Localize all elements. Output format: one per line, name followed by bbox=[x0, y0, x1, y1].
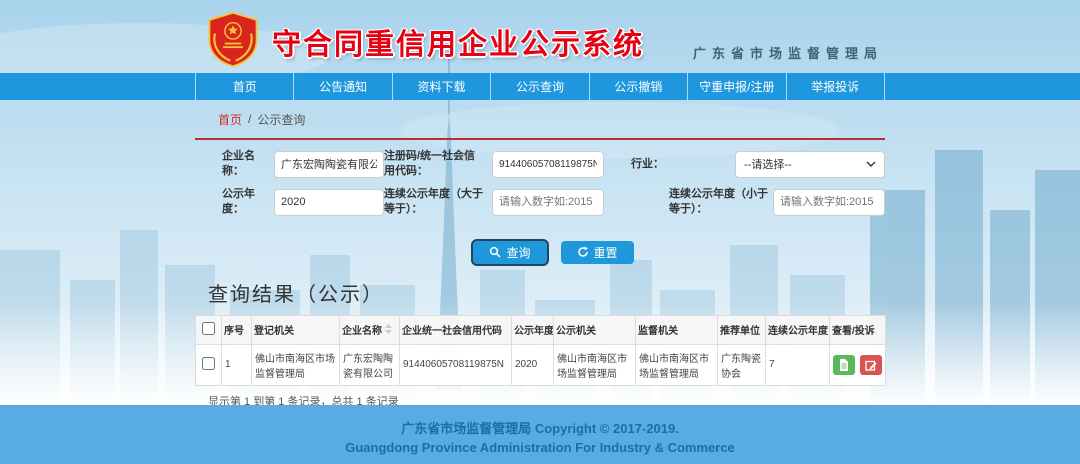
complaint-button[interactable] bbox=[860, 355, 882, 375]
reset-button-label: 重置 bbox=[594, 244, 618, 261]
cell-consecutive-years: 7 bbox=[766, 344, 830, 385]
field-consecutive-years-lte: 连续公示年度（小于等于）： bbox=[669, 187, 885, 218]
nav-item-publicity-query[interactable]: 公示查询 bbox=[490, 73, 588, 100]
cell-supervision-authority: 佛山市南海区市场监督管理局 bbox=[636, 344, 718, 385]
industry-label: 行业： bbox=[631, 157, 735, 172]
chevron-down-icon bbox=[866, 161, 876, 167]
consecutive-years-lte-input[interactable] bbox=[773, 189, 885, 216]
page: 守合同重信用企业公示系统 广东省市场监督管理局 首页 公告通知 资料下载 公示查… bbox=[0, 0, 1080, 464]
header-view-complaint: 查看/投诉 bbox=[830, 315, 886, 344]
cell-recommending-unit: 广东陶瓷协会 bbox=[718, 344, 766, 385]
credit-code-input[interactable] bbox=[492, 151, 604, 178]
industry-select[interactable]: --请选择-- bbox=[735, 151, 885, 178]
view-button[interactable] bbox=[833, 355, 855, 375]
field-industry: 行业： --请选择-- bbox=[631, 151, 885, 178]
search-icon bbox=[489, 246, 501, 258]
footer-copyright-cn: 广东省市场监督管理局 Copyright © 2017-2019. bbox=[0, 418, 1080, 437]
form-buttons: 查询 重置 bbox=[222, 241, 885, 264]
cell-publicity-authority: 佛山市南海区市场监督管理局 bbox=[554, 344, 636, 385]
breadcrumb-home-link[interactable]: 首页 bbox=[218, 111, 242, 128]
publicity-year-label: 公示年度： bbox=[222, 187, 274, 218]
header-recommending-unit: 推荐单位 bbox=[718, 315, 766, 344]
cell-registration-authority: 佛山市南海区市场监督管理局 bbox=[252, 344, 340, 385]
footer-copyright-en: Guangdong Province Administration For In… bbox=[0, 440, 1080, 455]
nav-item-announcements[interactable]: 公告通知 bbox=[293, 73, 391, 100]
header-publicity-year: 公示年度 bbox=[512, 315, 554, 344]
breadcrumb: 首页 / 公示查询 bbox=[195, 100, 885, 140]
form-row-1: 企业名称： 注册码/统一社会信用代码： 行业： --请选择-- bbox=[222, 149, 885, 180]
results-table: 序号 登记机关 企业名称 企业统一社会信用代码 公示年度 公示机关 监督机关 推… bbox=[195, 315, 886, 386]
cell-seq: 1 bbox=[222, 344, 252, 385]
select-all-checkbox[interactable] bbox=[202, 322, 215, 335]
cell-company-name: 广东宏陶陶瓷有限公司 bbox=[340, 344, 400, 385]
publicity-year-input[interactable] bbox=[274, 189, 384, 216]
breadcrumb-current: 公示查询 bbox=[257, 111, 305, 128]
nav-item-downloads[interactable]: 资料下载 bbox=[392, 73, 490, 100]
field-consecutive-years-gte: 连续公示年度（大于等于）： bbox=[384, 187, 661, 218]
nav-item-home[interactable]: 首页 bbox=[195, 73, 293, 100]
saic-emblem-icon bbox=[204, 9, 262, 69]
site-header: 守合同重信用企业公示系统 广东省市场监督管理局 bbox=[0, 0, 1080, 73]
search-button-label: 查询 bbox=[506, 244, 530, 261]
header-seq: 序号 bbox=[222, 315, 252, 344]
field-company-name: 企业名称： bbox=[222, 149, 384, 180]
header-company-name[interactable]: 企业名称 bbox=[340, 315, 400, 344]
content-container: 首页 / 公示查询 企业名称： 注册码/统一社会信用代码： 行业： --请选择-… bbox=[195, 100, 885, 409]
company-name-label: 企业名称： bbox=[222, 149, 274, 180]
results-title: 查询结果（公示） bbox=[195, 278, 885, 307]
footer: 广东省市场监督管理局 Copyright © 2017-2019. Guangd… bbox=[0, 405, 1080, 464]
form-row-2: 公示年度： 连续公示年度（大于等于）： 连续公示年度（小于等于）： bbox=[222, 187, 885, 218]
header-credit-code: 企业统一社会信用代码 bbox=[400, 315, 512, 344]
refresh-icon bbox=[577, 246, 589, 258]
header-consecutive-years: 连续公示年度 bbox=[766, 315, 830, 344]
header-publicity-authority: 公示机关 bbox=[554, 315, 636, 344]
edit-icon bbox=[865, 359, 877, 371]
field-credit-code: 注册码/统一社会信用代码： bbox=[384, 149, 623, 180]
credit-code-label: 注册码/统一社会信用代码： bbox=[384, 149, 492, 180]
site-title: 守合同重信用企业公示系统 bbox=[272, 21, 644, 63]
table-row: 1 佛山市南海区市场监督管理局 广东宏陶陶瓷有限公司 9144060570811… bbox=[196, 344, 886, 385]
reset-button[interactable]: 重置 bbox=[561, 241, 634, 264]
sort-icon[interactable] bbox=[385, 324, 392, 337]
nav-item-report-complaint[interactable]: 举报投诉 bbox=[786, 73, 885, 100]
consecutive-years-gte-label: 连续公示年度（大于等于）： bbox=[384, 187, 492, 218]
table-header-row: 序号 登记机关 企业名称 企业统一社会信用代码 公示年度 公示机关 监督机关 推… bbox=[196, 315, 886, 344]
row-checkbox-cell bbox=[196, 344, 222, 385]
company-name-input[interactable] bbox=[274, 151, 384, 178]
nav-item-declare-register[interactable]: 守重申报/注册 bbox=[687, 73, 785, 100]
consecutive-years-lte-label: 连续公示年度（小于等于）： bbox=[669, 187, 773, 218]
search-form: 企业名称： 注册码/统一社会信用代码： 行业： --请选择-- bbox=[195, 149, 885, 264]
action-buttons bbox=[833, 355, 882, 375]
main-nav: 首页 公告通知 资料下载 公示查询 公示撤销 守重申报/注册 举报投诉 bbox=[0, 73, 1080, 100]
nav-item-publicity-revoke[interactable]: 公示撤销 bbox=[589, 73, 687, 100]
field-publicity-year: 公示年度： bbox=[222, 187, 384, 218]
search-button[interactable]: 查询 bbox=[473, 241, 546, 264]
org-name: 广东省市场监督管理局 bbox=[693, 43, 883, 62]
cell-actions bbox=[830, 344, 886, 385]
industry-select-value: --请选择-- bbox=[744, 156, 792, 172]
file-icon bbox=[839, 359, 849, 371]
cell-credit-code: 91440605708119875N bbox=[400, 344, 512, 385]
header-checkbox-cell bbox=[196, 315, 222, 344]
header-supervision-authority: 监督机关 bbox=[636, 315, 718, 344]
consecutive-years-gte-input[interactable] bbox=[492, 189, 604, 216]
breadcrumb-separator: / bbox=[248, 112, 251, 126]
header-registration-authority: 登记机关 bbox=[252, 315, 340, 344]
cell-publicity-year: 2020 bbox=[512, 344, 554, 385]
row-checkbox[interactable] bbox=[202, 357, 215, 370]
nav-inner: 首页 公告通知 资料下载 公示查询 公示撤销 守重申报/注册 举报投诉 bbox=[195, 73, 885, 100]
